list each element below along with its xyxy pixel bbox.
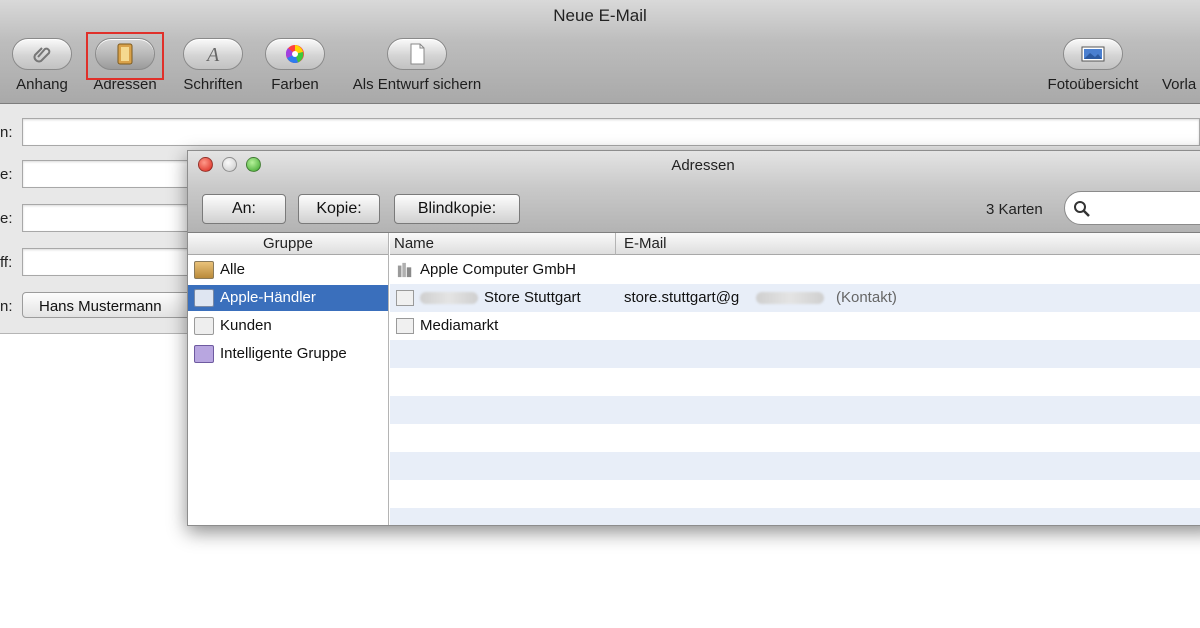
toolbar-label: Vorla [1162, 76, 1197, 93]
field-label: n: [0, 298, 13, 315]
photo-browser-icon [1081, 46, 1105, 62]
addresses-panel: Adressen An: Kopie: Blindkopie: 3 Karten… [187, 150, 1200, 526]
field-label: e: [0, 166, 13, 183]
mail-compose-window: Neue E-Mail Anhang Adressen A Schriften … [0, 0, 1200, 628]
toolbar-colors-button[interactable]: Farben [264, 38, 326, 93]
font-icon: A [205, 44, 220, 65]
group-item-smart-group[interactable]: Intelligente Gruppe [188, 341, 388, 367]
name-column-header[interactable]: Name [390, 233, 616, 255]
field-label: n: [0, 124, 13, 141]
toolbar-photo-browser-button[interactable]: Fotoübersicht [1036, 38, 1150, 93]
field-label: ff: [0, 254, 13, 271]
card-list: Name E-Mail Apple Computer GmbH Store St… [390, 233, 1200, 525]
toolbar-templates-button[interactable]: Vorla [1162, 38, 1200, 93]
panel-title: Adressen [671, 157, 735, 174]
addresses-panel-header: Adressen An: Kopie: Blindkopie: 3 Karten [188, 151, 1200, 233]
contact-card-icon [396, 318, 414, 334]
empty-row [390, 508, 1200, 525]
draft-document-icon [410, 43, 425, 65]
window-title: Neue E-Mail [553, 6, 647, 25]
to-field[interactable] [22, 118, 1200, 146]
card-name-redacted [420, 289, 478, 306]
group-icon [194, 289, 214, 307]
highlight-frame [86, 32, 164, 80]
empty-row [390, 368, 1200, 396]
search-field[interactable] [1064, 191, 1200, 225]
toolbar-label: Fotoübersicht [1047, 76, 1139, 93]
add-to-button[interactable]: An: [202, 194, 286, 224]
table-row[interactable]: Apple Computer GmbH [390, 256, 1200, 284]
svg-text:A: A [205, 44, 220, 65]
card-email-redacted [756, 289, 824, 306]
toolbar-fonts-button[interactable]: A Schriften [178, 38, 248, 93]
card-name: Mediamarkt [420, 317, 499, 334]
smart-group-icon [194, 345, 214, 363]
group-list: Gruppe Alle Apple-Händler Kunden Intelli… [188, 233, 389, 525]
group-icon [194, 317, 214, 335]
color-wheel-icon [285, 45, 304, 63]
group-item-kunden[interactable]: Kunden [188, 313, 388, 339]
toolbar-label: Anhang [16, 76, 68, 93]
card-email: store.stuttgart@g [624, 289, 740, 306]
address-book-icon [194, 261, 214, 279]
email-column-header[interactable]: E-Mail [616, 233, 1200, 255]
card-note: (Kontakt) [836, 289, 897, 306]
toolbar-label: Als Entwurf sichern [352, 76, 482, 93]
group-item-alle[interactable]: Alle [188, 257, 388, 283]
sender-select[interactable]: Hans Mustermann [22, 292, 212, 318]
empty-row [390, 340, 1200, 368]
toolbar-label: Farben [271, 76, 319, 93]
add-cc-button[interactable]: Kopie: [298, 194, 380, 224]
contact-card-icon [396, 290, 414, 306]
paperclip-icon [33, 47, 51, 63]
card-count: 3 Karten [986, 201, 1043, 218]
card-name: Apple Computer GmbH [420, 261, 576, 278]
empty-row [390, 452, 1200, 480]
group-column-header[interactable]: Gruppe [188, 233, 388, 255]
group-item-apple-haendler[interactable]: Apple-Händler [188, 285, 388, 311]
toolbar-attachment-button[interactable]: Anhang [10, 38, 74, 93]
empty-row [390, 396, 1200, 424]
empty-row [390, 424, 1200, 452]
toolbar-save-draft-button[interactable]: Als Entwurf sichern [340, 38, 494, 93]
empty-row [390, 480, 1200, 508]
field-label: e: [0, 210, 13, 227]
search-icon [1074, 201, 1090, 217]
table-row[interactable]: Mediamarkt [390, 312, 1200, 340]
company-icon [397, 262, 412, 278]
add-bcc-button[interactable]: Blindkopie: [394, 194, 520, 224]
to-field-row: n: [0, 118, 1200, 148]
toolbar: Neue E-Mail Anhang Adressen A Schriften … [0, 0, 1200, 104]
card-name: Store Stuttgart [484, 289, 581, 306]
toolbar-label: Schriften [183, 76, 243, 93]
table-row[interactable]: Store Stuttgart store.stuttgart@g (Konta… [390, 284, 1200, 312]
